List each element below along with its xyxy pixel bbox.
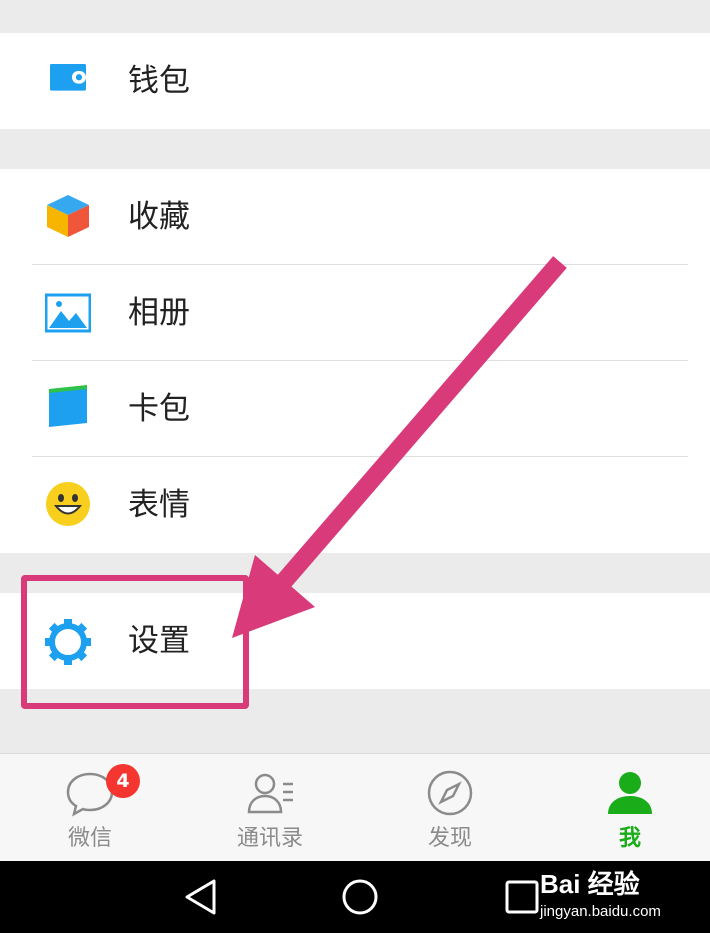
menu-item-label: 相册 (128, 295, 190, 331)
wallet-section: 钱包 (0, 33, 710, 129)
tab-contacts[interactable]: 通讯录 (200, 754, 340, 862)
wallet-icon (50, 64, 86, 91)
tab-label: 微信 (67, 826, 112, 851)
tab-discover[interactable]: 发现 (380, 754, 520, 862)
features-section: 收藏 相册 卡包 表情 (0, 169, 710, 553)
menu-item-wallet[interactable]: 钱包 (0, 33, 710, 129)
smiley-icon (46, 482, 90, 526)
compass-icon (427, 770, 473, 816)
cube-icon (47, 195, 89, 237)
watermark-url: jingyan.baidu.com (540, 903, 661, 920)
tab-me[interactable]: 我 (560, 754, 700, 862)
tab-label: 发现 (427, 826, 472, 851)
contacts-icon (247, 773, 293, 814)
menu-item-label: 收藏 (128, 199, 190, 235)
home-icon[interactable] (340, 877, 380, 917)
card-icon (49, 385, 87, 427)
menu-item-label: 卡包 (128, 391, 190, 427)
menu-item-cards[interactable]: 卡包 (0, 361, 710, 457)
recent-apps-icon[interactable] (502, 877, 542, 917)
menu-item-label: 表情 (128, 487, 190, 523)
menu-item-album[interactable]: 相册 (0, 265, 710, 361)
highlight-box (21, 575, 249, 709)
baidu-watermark: Bai 经验 jingyan.baidu.com (540, 864, 661, 920)
person-icon (608, 772, 652, 814)
menu-item-label: 钱包 (128, 63, 190, 99)
unread-badge: 4 (106, 764, 140, 798)
tab-label: 我 (618, 826, 641, 851)
picture-icon (45, 293, 91, 333)
menu-item-stickers[interactable]: 表情 (0, 457, 710, 553)
bottom-tab-bar: 4 微信 通讯录 发现 我 (0, 753, 710, 862)
watermark-logo: Bai 经验 (540, 869, 640, 899)
menu-item-favorites[interactable]: 收藏 (0, 169, 710, 265)
back-icon[interactable] (182, 877, 222, 917)
tab-chats[interactable]: 4 微信 (20, 754, 160, 862)
tab-label: 通讯录 (236, 826, 303, 851)
